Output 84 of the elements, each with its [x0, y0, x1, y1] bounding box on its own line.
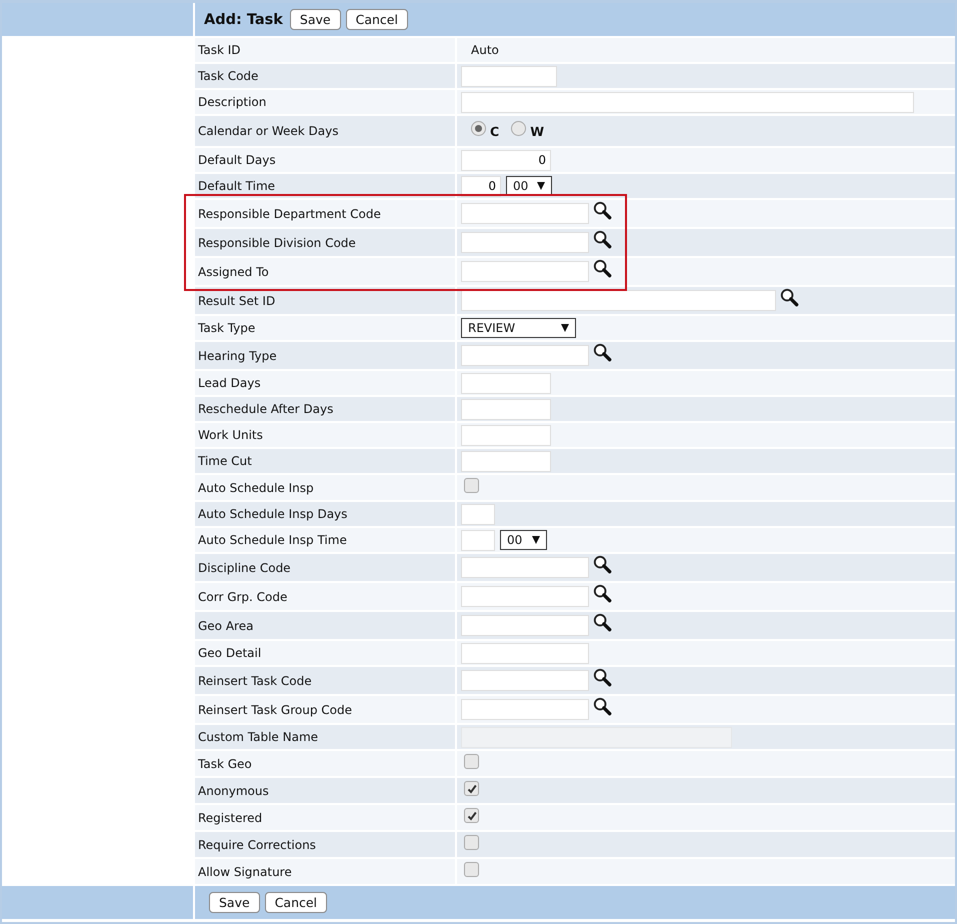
- input-field[interactable]: [461, 261, 589, 282]
- checkbox[interactable]: [464, 808, 479, 823]
- search-icon[interactable]: [593, 584, 612, 603]
- save-button[interactable]: Save: [209, 892, 260, 913]
- input-field[interactable]: [461, 232, 589, 253]
- field-label: Reinsert Task Group Code: [195, 696, 457, 723]
- input-field[interactable]: [461, 345, 589, 366]
- input-field[interactable]: [461, 424, 551, 446]
- field-label: Default Days: [195, 148, 457, 172]
- field-label: Anonymous: [195, 778, 457, 803]
- input-field[interactable]: [461, 615, 589, 636]
- input-field[interactable]: [461, 557, 589, 578]
- radio-button[interactable]: [511, 120, 526, 136]
- dropdown[interactable]: 00: [506, 176, 552, 196]
- field-label: Assigned To: [195, 258, 457, 285]
- field-label: Reinsert Task Code: [195, 667, 457, 694]
- radio-label: W: [530, 124, 544, 138]
- cancel-button[interactable]: Cancel: [346, 9, 408, 30]
- field-label: Default Time: [195, 174, 457, 198]
- field-label: Calendar or Week Days: [195, 116, 457, 146]
- field-label: Responsible Department Code: [195, 200, 457, 227]
- field-label: Discipline Code: [195, 554, 457, 581]
- field-label: Auto Schedule Insp: [195, 475, 457, 500]
- checkbox[interactable]: [464, 478, 479, 493]
- field-label: Auto Schedule Insp Time: [195, 528, 457, 552]
- input-field[interactable]: [461, 66, 557, 86]
- input-field[interactable]: [461, 642, 589, 664]
- field-label: Geo Detail: [195, 641, 457, 665]
- field-value: Auto: [470, 43, 499, 57]
- input-field[interactable]: [461, 670, 589, 691]
- radio-label: C: [490, 124, 500, 138]
- field-label: Task Type: [195, 316, 457, 340]
- save-button[interactable]: Save: [290, 9, 341, 30]
- form-title: Add: Task: [204, 12, 283, 28]
- dropdown[interactable]: REVIEW: [461, 318, 576, 338]
- field-label: Time Cut: [195, 449, 457, 473]
- input-field[interactable]: [461, 530, 495, 550]
- search-icon[interactable]: [593, 259, 612, 278]
- input-field[interactable]: [461, 504, 495, 524]
- input-field[interactable]: 0: [461, 176, 501, 196]
- input-field[interactable]: 0: [461, 150, 551, 170]
- input-field[interactable]: [461, 699, 589, 720]
- field-label: Reschedule After Days: [195, 397, 457, 421]
- field-label: Auto Schedule Insp Days: [195, 502, 457, 526]
- input-field[interactable]: [461, 203, 589, 224]
- search-icon[interactable]: [593, 230, 612, 249]
- field-label: Description: [195, 90, 457, 114]
- field-label: Geo Area: [195, 612, 457, 639]
- input-field[interactable]: [461, 372, 551, 394]
- field-label: Task Code: [195, 64, 457, 88]
- caret-icon: [532, 536, 540, 544]
- checkbox[interactable]: [464, 862, 479, 877]
- search-icon[interactable]: [593, 343, 612, 362]
- search-icon[interactable]: [593, 555, 612, 574]
- input-field[interactable]: [461, 92, 914, 112]
- field-label: Task ID: [195, 38, 457, 62]
- radio-button[interactable]: [471, 120, 486, 136]
- field-label: Custom Table Name: [195, 725, 457, 749]
- cancel-button[interactable]: Cancel: [264, 892, 328, 913]
- input-field[interactable]: [461, 290, 776, 311]
- field-label: Task Geo: [195, 751, 457, 776]
- search-icon[interactable]: [593, 613, 612, 632]
- input-field[interactable]: [461, 450, 551, 472]
- field-label: Corr Grp. Code: [195, 583, 457, 610]
- field-label: Result Set ID: [195, 287, 457, 314]
- field-label: Require Corrections: [195, 832, 457, 857]
- field-label: Hearing Type: [195, 342, 457, 369]
- search-icon[interactable]: [780, 288, 799, 307]
- checkbox[interactable]: [464, 754, 479, 769]
- input-field[interactable]: [461, 586, 589, 607]
- caret-icon: [537, 182, 545, 190]
- checkbox[interactable]: [464, 835, 479, 850]
- input-field[interactable]: [461, 398, 551, 420]
- field-label: Registered: [195, 805, 457, 830]
- field-label: Work Units: [195, 423, 457, 447]
- checkbox[interactable]: [464, 781, 479, 796]
- search-icon[interactable]: [593, 668, 612, 687]
- field-label: Lead Days: [195, 371, 457, 395]
- dropdown[interactable]: 00: [500, 530, 547, 550]
- search-icon[interactable]: [593, 697, 612, 716]
- search-icon[interactable]: [593, 201, 612, 220]
- field-label: Responsible Division Code: [195, 229, 457, 256]
- caret-icon: [561, 324, 569, 332]
- field-label: Allow Signature: [195, 859, 457, 884]
